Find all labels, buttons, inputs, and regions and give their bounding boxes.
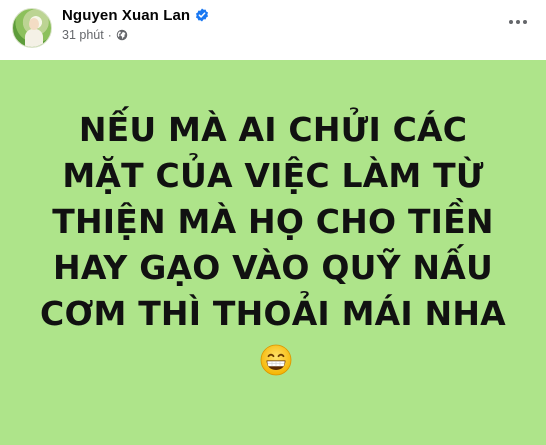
- post-meta: 31 phút ·: [62, 27, 128, 43]
- avatar[interactable]: [12, 8, 52, 48]
- post-header: Nguyen Xuan Lan 31 phút ·: [0, 0, 546, 56]
- verified-badge-icon: [195, 8, 209, 22]
- post-text: NẾU MÀ AI CHỬI CÁC MẶT CỦA VIỆC LÀM TỪ T…: [38, 107, 508, 383]
- more-options-button[interactable]: [500, 4, 536, 40]
- post-content: NẾU MÀ AI CHỬI CÁC MẶT CỦA VIỆC LÀM TỪ T…: [0, 60, 546, 445]
- grinning-face-icon: [260, 342, 292, 375]
- author-name[interactable]: Nguyen Xuan Lan: [62, 7, 190, 24]
- avatar-figure-body: [25, 29, 43, 47]
- post-text-body: NẾU MÀ AI CHỬI CÁC MẶT CỦA VIỆC LÀM TỪ T…: [40, 109, 506, 333]
- avatar-figure-face: [29, 18, 39, 30]
- post-timestamp[interactable]: 31 phút: [62, 28, 104, 42]
- meta-separator: ·: [107, 28, 112, 42]
- more-options-icon: [523, 20, 527, 24]
- author-row: Nguyen Xuan Lan: [62, 5, 209, 25]
- globe-icon[interactable]: [116, 29, 128, 41]
- more-options-icon: [516, 20, 520, 24]
- more-options-icon: [509, 20, 513, 24]
